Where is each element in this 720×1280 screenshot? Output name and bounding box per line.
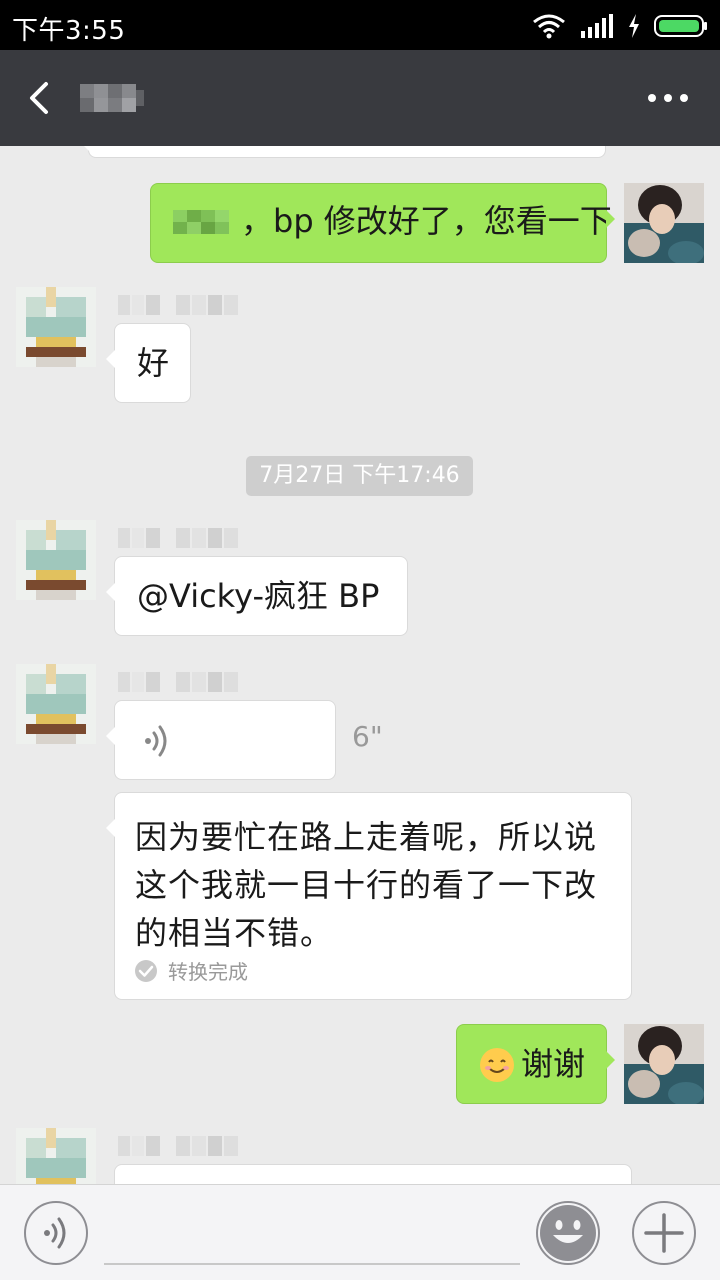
chat-input-bar: [0, 1184, 720, 1280]
user-photo-avatar-icon: [624, 183, 704, 263]
voice-input-button[interactable]: [24, 1201, 88, 1265]
more-dots-icon[interactable]: [638, 80, 698, 116]
blurred-name: [173, 210, 229, 234]
chat-title-blurred: [80, 84, 144, 112]
contact-avatar-pixelated-icon: [16, 287, 96, 367]
sent-message-bubble[interactable]: 谢谢: [456, 1024, 615, 1104]
transcript-status-label: 转换完成: [168, 960, 248, 984]
voice-mode-icon: [44, 1217, 66, 1249]
check-circle-icon: [135, 959, 157, 982]
sent-message-bubble[interactable]: ，bp 修改好了，您看一下: [150, 183, 615, 263]
contact-avatar[interactable]: [16, 520, 96, 600]
plus-icon: [644, 1213, 684, 1253]
signal-icon: [581, 14, 613, 38]
received-message-bubble[interactable]: @Vicky-疯狂 BP: [106, 556, 408, 636]
chat-message-list[interactable]: ，bp 修改好了，您看一下 好 7月27日 下午17:46 @Vicky-疯狂 …: [0, 146, 720, 1184]
message-text: ，bp 修改好了，您看一下: [241, 202, 612, 240]
charging-icon: [629, 14, 639, 38]
message-input[interactable]: [104, 1263, 520, 1265]
self-avatar[interactable]: [624, 1024, 704, 1104]
contact-avatar-pixelated-icon: [16, 1128, 96, 1184]
transcript-status: 转换完成: [134, 956, 248, 985]
contact-avatar-pixelated-icon: [16, 520, 96, 600]
contact-nickname-blurred: [118, 672, 238, 692]
user-photo-avatar-icon: [624, 1024, 704, 1104]
message-text: @Vicky-疯狂 BP: [137, 577, 380, 615]
voice-duration: 6": [352, 720, 383, 753]
contact-nickname-blurred: [118, 295, 238, 315]
voice-message-bubble[interactable]: [106, 700, 336, 780]
voice-wave-icon: [145, 725, 167, 757]
status-icons: [532, 12, 708, 40]
contact-nickname-blurred: [118, 1136, 238, 1156]
contact-nickname-blurred: [118, 528, 238, 548]
battery-icon: [654, 15, 707, 37]
emoji-button[interactable]: [536, 1201, 600, 1265]
wifi-icon: [533, 14, 565, 39]
transcript-text: 因为要忙在路上走着呢，所以说这个我就一目十行的看了一下改的相当不错。: [135, 818, 598, 952]
contact-avatar[interactable]: [16, 287, 96, 367]
time-separator: 7月27日 下午17:46: [246, 456, 473, 496]
contact-avatar[interactable]: [16, 664, 96, 744]
received-message-bubble[interactable]: 好: [106, 323, 191, 403]
emoji-face-icon: [540, 1205, 596, 1261]
more-functions-button[interactable]: [632, 1201, 696, 1265]
chat-header: [0, 50, 720, 146]
contact-avatar-pixelated-icon: [16, 664, 96, 744]
self-avatar[interactable]: [624, 183, 704, 263]
message-bubble-partial[interactable]: [80, 146, 606, 158]
status-time: 下午3:55: [12, 16, 126, 46]
status-bar: 下午3:55: [0, 0, 720, 50]
contact-avatar[interactable]: [16, 1128, 96, 1184]
smile-emoji-icon: [480, 1048, 514, 1082]
message-text: 好: [137, 344, 170, 382]
back-arrow-icon[interactable]: [22, 78, 58, 118]
received-message-bubble-partial[interactable]: [114, 1164, 632, 1184]
